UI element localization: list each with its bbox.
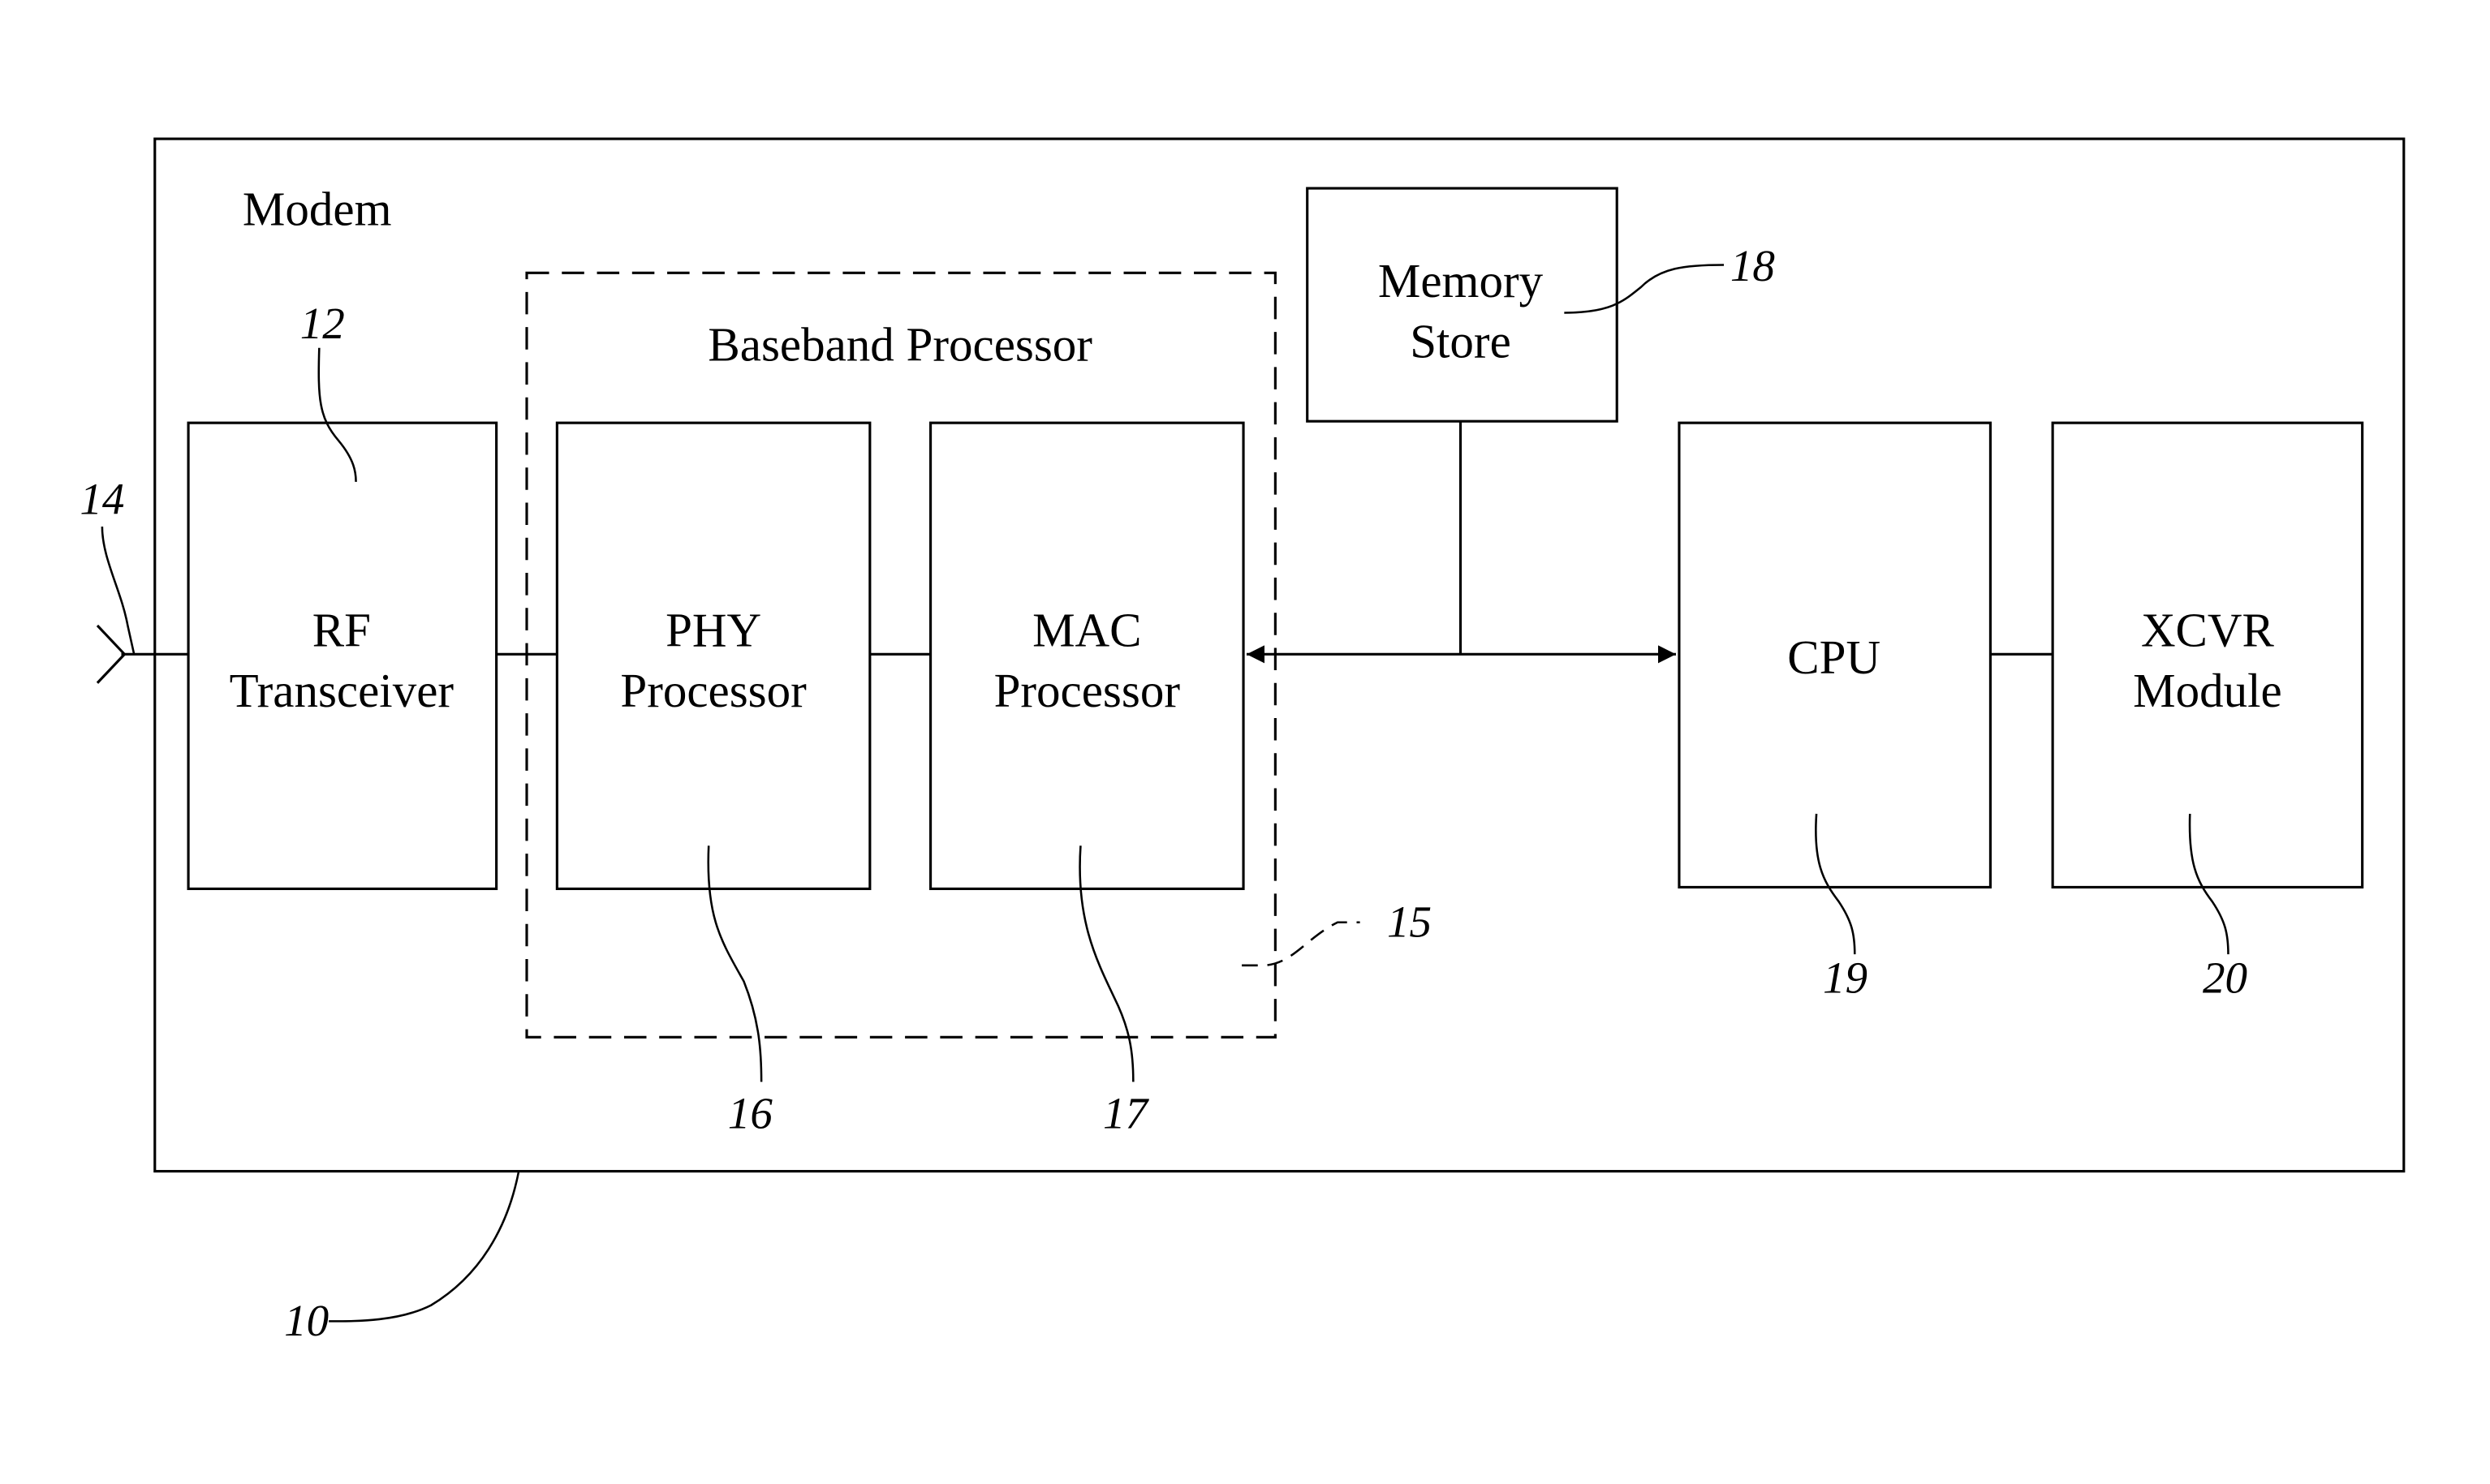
phy-processor-label-line2: Processor [620,664,807,717]
cpu-label: CPU [1787,630,1880,684]
ref-17-leader [1079,845,1135,1082]
modem-block-diagram: Modem Baseband Processor RF Transceiver … [80,137,2406,1345]
ref-10: 10 [284,1296,329,1345]
mac-processor-label-line1: MAC [1032,604,1141,657]
mac-processor-label-line2: Processor [994,664,1181,717]
memory-store-label-line1: Memory [1378,254,1544,308]
rf-transceiver-label-line1: RF [312,604,371,657]
ref-18: 18 [1730,241,1775,290]
phy-processor-label-line1: PHY [666,604,761,657]
rf-transceiver-label-line2: Transceiver [230,664,454,717]
xcvr-module-label-line2: Module [2133,664,2282,717]
ref-15: 15 [1387,897,1432,946]
ref-20: 20 [2203,953,2247,1002]
ref-18-leader [1564,264,1725,314]
ref-19-leader [1815,813,1856,955]
ref-19: 19 [1823,953,1868,1002]
ref-15-leader [1242,921,1360,967]
baseband-processor-label: Baseband Processor [708,317,1092,371]
ref-16: 16 [728,1088,773,1138]
ref-12: 12 [300,299,345,348]
memory-store-label-line2: Store [1410,315,1511,368]
ref-17: 17 [1103,1088,1150,1138]
ref-16-leader [707,845,763,1082]
ref-20-leader [2188,813,2229,955]
ref-10-leader [329,1171,520,1323]
antenna-icon [96,624,127,684]
modem-label: Modem [243,182,392,235]
ref-14: 14 [80,474,124,523]
ref-12-leader [317,347,357,482]
xcvr-module-label-line1: XCVR [2141,604,2275,657]
